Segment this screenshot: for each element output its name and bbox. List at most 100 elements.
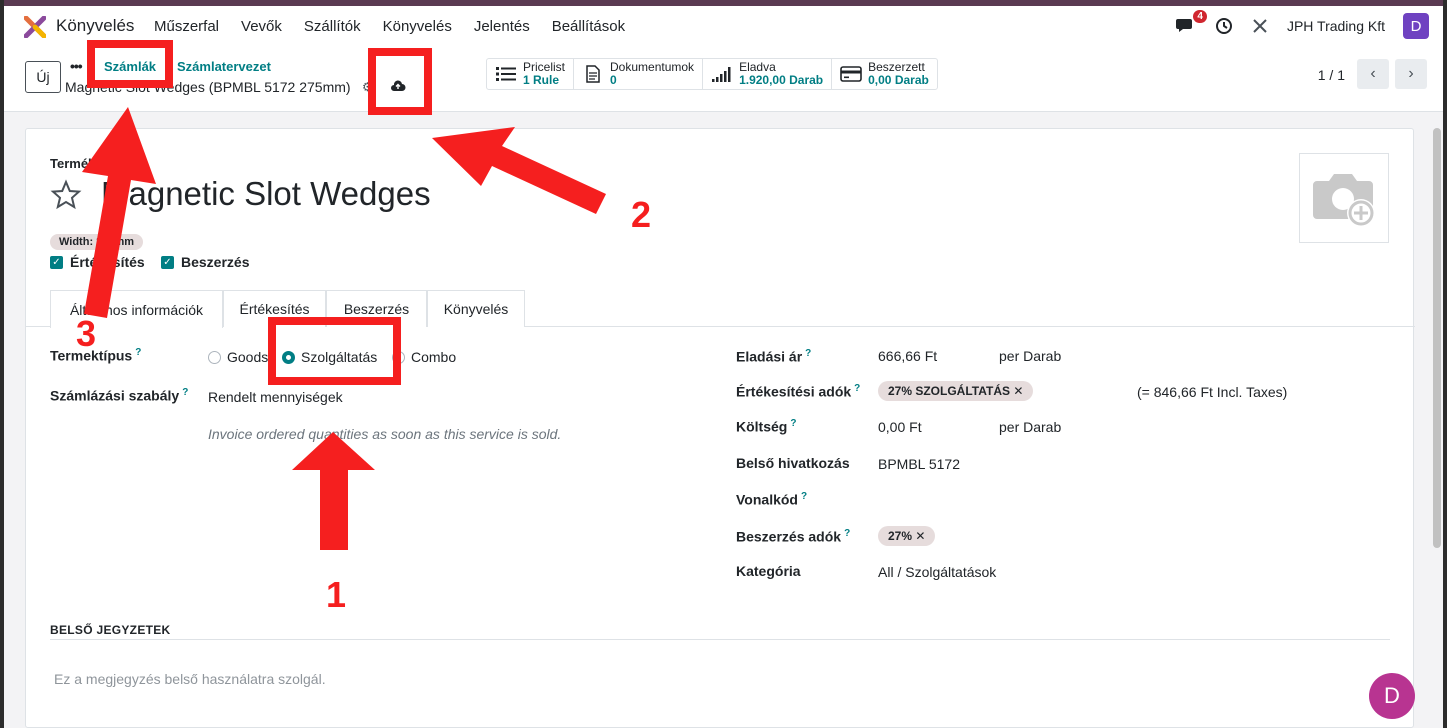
stat-value: 0,00 Darab (868, 73, 929, 87)
tab-accounting[interactable]: Könyvelés (427, 290, 525, 327)
radio-label: Szolgáltatás (301, 349, 378, 365)
clock-icon[interactable] (1215, 17, 1233, 35)
checkbox-purchase[interactable]: ✓ Beszerzés (161, 254, 250, 270)
help-icon[interactable]: ? (182, 387, 188, 398)
scrollbar[interactable] (1433, 128, 1441, 548)
breadcrumb-separator: / (169, 58, 173, 73)
purchase-tax-tag[interactable]: 27% ✕ (878, 526, 936, 546)
radio-combo[interactable]: Combo (392, 349, 456, 365)
main-menu: Műszerfal Vevők Szállítók Könyvelés Jele… (154, 18, 647, 35)
stat-documents[interactable]: Dokumentumok 0 (574, 59, 704, 89)
form-tabs: Általános információk Értékesítés Beszer… (26, 290, 1415, 328)
menu-item-customers[interactable]: Vevők (241, 18, 282, 35)
user-avatar-bubble[interactable]: D (1369, 673, 1415, 719)
checkbox-sales[interactable]: ✓ Értékesítés (50, 254, 145, 270)
internal-ref-value[interactable]: BPMBL 5172 (878, 456, 960, 472)
tab-sales[interactable]: Értékesítés (223, 290, 326, 327)
invoice-policy-label: Számlázási szabály? (50, 387, 189, 404)
stat-value: 1 Rule (523, 73, 560, 87)
chevron-left-icon: ‹ (1370, 65, 1376, 82)
invoice-policy-hint: Invoice ordered quantities as soon as th… (208, 426, 562, 442)
cloud-save-icon[interactable] (390, 79, 406, 93)
list-icon (496, 67, 516, 81)
internal-notes-heading: BELSŐ JEGYZETEK (50, 623, 171, 637)
form-sheet: Termék Magnetic Slot Wedges Width: 275mm… (25, 128, 1415, 728)
internal-ref-label: Belső hivatkozás (736, 455, 850, 471)
sales-tax-included: (= 846,66 Ft Incl. Taxes) (1137, 384, 1288, 400)
radio-service[interactable]: Szolgáltatás (282, 349, 377, 365)
sale-price-value[interactable]: 666,66 Ft (878, 348, 937, 364)
stat-label: Dokumentumok (610, 60, 695, 74)
invoice-policy-value[interactable]: Rendelt mennyiségek (208, 389, 343, 405)
pager-previous-button[interactable]: ‹ (1357, 59, 1389, 89)
window-frame-right (1443, 0, 1447, 728)
close-icon[interactable]: ✕ (1013, 384, 1023, 398)
sale-price-label: Eladási ár? (736, 348, 812, 365)
radio-unchecked-icon[interactable] (392, 350, 405, 364)
help-icon[interactable]: ? (135, 347, 141, 358)
sales-tax-tag[interactable]: 27% SZOLGÁLTATÁS ✕ (878, 381, 1034, 401)
product-image-placeholder[interactable] (1299, 153, 1389, 243)
checkbox-checked-icon[interactable]: ✓ (50, 255, 63, 269)
sales-tax-label: Értékesítési adók? (736, 383, 861, 400)
radio-label: Goods (227, 349, 269, 365)
checkbox-label: Értékesítés (70, 254, 145, 270)
help-icon[interactable]: ? (854, 383, 860, 394)
record-title: Magnetic Slot Wedges (BPMBL 5172 275mm) (65, 79, 351, 95)
help-icon[interactable]: ? (790, 418, 796, 429)
pager-next-button[interactable]: › (1395, 59, 1427, 89)
star-icon[interactable] (50, 179, 82, 211)
checkbox-label: Beszerzés (181, 254, 250, 270)
help-icon[interactable]: ? (844, 528, 850, 539)
product-type-label: Termektípus? (50, 347, 142, 364)
tab-purchase[interactable]: Beszerzés (326, 290, 427, 327)
stat-sold[interactable]: Eladva 1.920,00 Darab (703, 59, 833, 89)
breadcrumb-current[interactable]: Számlatervezet (177, 59, 271, 74)
checkbox-checked-icon[interactable]: ✓ (161, 255, 174, 269)
company-name[interactable]: JPH Trading Kft (1287, 18, 1385, 34)
tools-icon[interactable] (1251, 17, 1269, 35)
stat-pricelist[interactable]: Pricelist 1 Rule (487, 59, 575, 89)
close-icon[interactable]: ✕ (915, 529, 925, 543)
help-icon[interactable]: ? (801, 491, 807, 502)
notification-badge: 4 (1193, 10, 1207, 23)
chevron-right-icon: › (1408, 65, 1414, 82)
top-navbar: Könyvelés Műszerfal Vevők Szállítók Köny… (4, 6, 1443, 46)
cost-value[interactable]: 0,00 Ft (878, 419, 922, 435)
navbar-right: 4 JPH Trading Kft D (1175, 10, 1429, 40)
tab-general-info[interactable]: Általános információk (50, 290, 223, 328)
cost-unit: per Darab (999, 419, 1062, 435)
stat-value: 1.920,00 Darab (739, 73, 824, 87)
menu-item-vendors[interactable]: Szállítók (304, 18, 361, 35)
more-actions-button[interactable]: ••• (70, 58, 83, 74)
sale-price-unit: per Darab (999, 348, 1062, 364)
stat-purchased[interactable]: Beszerzett 0,00 Darab (832, 59, 937, 89)
product-tag[interactable]: Width: 275mm (50, 234, 144, 250)
user-avatar[interactable]: D (1403, 13, 1429, 39)
divider (50, 639, 1390, 640)
camera-add-icon (1313, 174, 1375, 227)
app-name[interactable]: Könyvelés (56, 16, 134, 36)
radio-goods[interactable]: Goods (208, 349, 268, 365)
category-value[interactable]: All / Szolgáltatások (878, 564, 996, 580)
breadcrumb-parent[interactable]: Számlák (104, 59, 156, 74)
menu-item-accounting[interactable]: Könyvelés (383, 18, 452, 35)
app-logo-icon[interactable] (24, 16, 46, 38)
product-name[interactable]: Magnetic Slot Wedges (101, 175, 431, 213)
control-panel: Új ••• Számlák / Számlatervezet Magnetic… (4, 46, 1443, 112)
gear-icon[interactable]: ⚙ (362, 80, 373, 94)
chat-icon[interactable]: 4 (1175, 10, 1207, 36)
smart-buttons: Pricelist 1 Rule Dokumentumok 0 Eladva 1.92… (486, 58, 938, 90)
radio-unchecked-icon[interactable] (208, 350, 221, 364)
category-label: Kategória (736, 563, 801, 579)
radio-checked-icon[interactable] (282, 350, 295, 364)
internal-notes-input[interactable]: Ez a megjegyzés belső használatra szolgá… (54, 671, 326, 687)
purchase-tax-label: Beszerzés adók? (736, 528, 851, 545)
pager-counter[interactable]: 1 / 1 (1318, 67, 1345, 83)
menu-item-dashboard[interactable]: Műszerfal (154, 18, 219, 35)
new-button[interactable]: Új (25, 61, 61, 93)
radio-label: Combo (411, 349, 457, 365)
menu-item-settings[interactable]: Beállítások (552, 18, 625, 35)
menu-item-reporting[interactable]: Jelentés (474, 18, 530, 35)
help-icon[interactable]: ? (805, 348, 811, 359)
